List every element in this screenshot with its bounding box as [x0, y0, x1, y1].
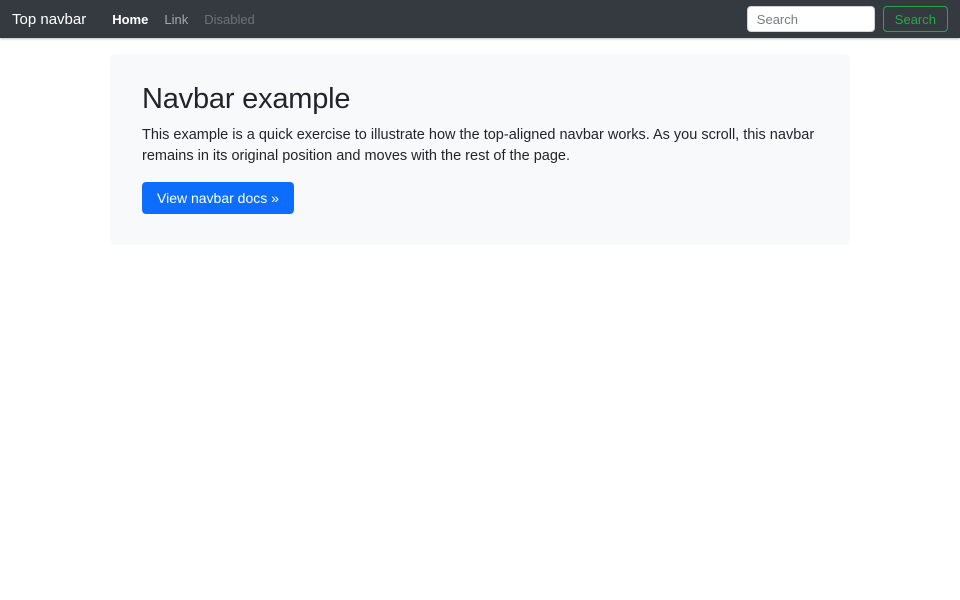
search-form: Search	[746, 6, 948, 32]
nav-item-link[interactable]: Link	[156, 12, 196, 27]
page-title: Navbar example	[142, 83, 351, 115]
nav-item-home[interactable]: Home	[104, 12, 156, 27]
search-input[interactable]	[746, 6, 875, 32]
search-button[interactable]: Search	[882, 6, 948, 32]
navbar-nav: Home Link Disabled	[104, 12, 747, 27]
hero-description: This example is a quick exercise to illu…	[142, 127, 815, 165]
navbar-brand[interactable]: Top navbar	[12, 11, 86, 28]
page-content: Navbar example This example is a quick e…	[0, 54, 960, 246]
hero-panel: Navbar example This example is a quick e…	[110, 54, 850, 246]
nav-item-disabled: Disabled	[204, 11, 255, 27]
top-navbar: Top navbar Home Link Disabled Search	[0, 0, 960, 38]
view-navbar-docs-button[interactable]: View navbar docs »	[142, 182, 294, 215]
